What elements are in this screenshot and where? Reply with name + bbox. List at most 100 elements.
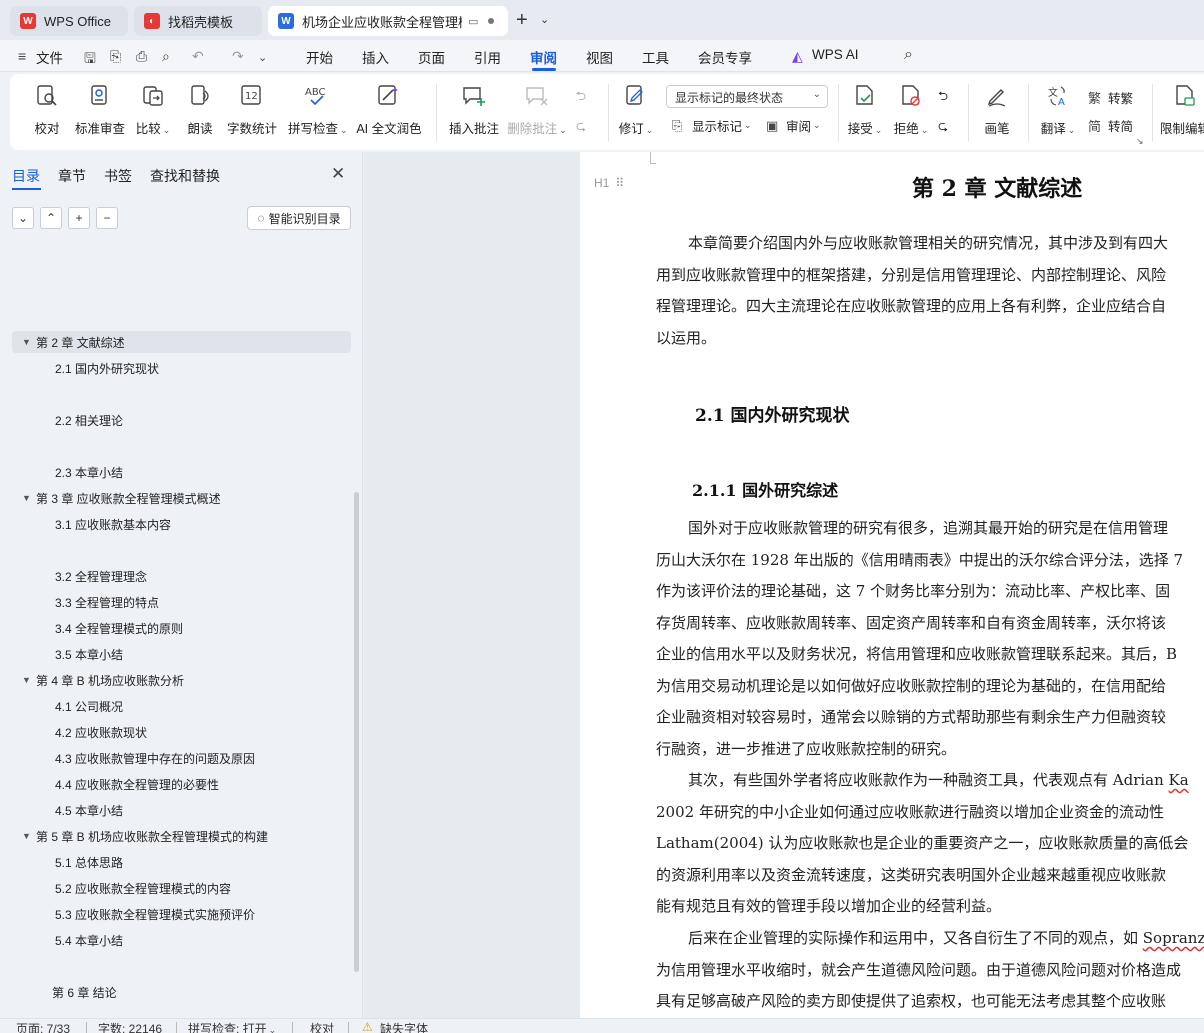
menu-wps-ai[interactable]: WPS AI — [812, 47, 859, 62]
word-count-label: 字数统计 — [226, 122, 277, 136]
proofread-button[interactable]: 校对 — [30, 82, 64, 137]
track-changes-button[interactable]: 修订 ⌄ — [616, 82, 656, 137]
undo-icon[interactable]: ↶ — [192, 48, 204, 65]
demote-button[interactable]: − — [96, 207, 118, 229]
spell-check-button[interactable]: ABC 拼写检查 ⌄ — [288, 82, 348, 137]
delete-comment-button[interactable]: 删除批注 ⌄ — [506, 82, 568, 137]
toc-section-item[interactable]: 5.2 应收账款全程管理模式的内容 — [55, 878, 231, 898]
toc-section-item[interactable]: 3.2 全程管理理念 — [55, 566, 147, 586]
menu-reference[interactable]: 引用 — [474, 47, 501, 67]
new-tab-icon[interactable]: + — [516, 10, 528, 30]
export-icon[interactable]: ⎘ — [110, 48, 121, 65]
promote-button[interactable]: + — [68, 207, 90, 229]
translate-button[interactable]: 文A 翻译 ⌄ — [1038, 82, 1078, 137]
toc-section-item[interactable]: 4.1 公司概况 — [55, 696, 123, 716]
expand-triangle-icon[interactable]: ▼ — [22, 831, 36, 841]
next-comment-icon[interactable]: ⮎ — [576, 117, 586, 138]
spelling-error-word[interactable]: Ka — [1169, 771, 1189, 789]
track-changes-label: 修订 ⌄ — [618, 122, 654, 136]
restrict-edit-icon — [1160, 82, 1204, 110]
collapse-all-button[interactable]: ⌄ — [12, 207, 34, 229]
read-aloud-button[interactable]: 朗读 — [184, 82, 216, 137]
expand-triangle-icon[interactable]: ▼ — [22, 493, 36, 503]
print-icon[interactable]: ⎙ — [136, 48, 147, 65]
word-count-status[interactable]: 字数: 22146 — [98, 1020, 162, 1033]
toc-chapter-item[interactable]: 第 6 章 结论 — [12, 981, 117, 1003]
toc-section-item[interactable]: 4.2 应收账款现状 — [55, 722, 147, 742]
expand-triangle-icon[interactable]: ▼ — [22, 675, 36, 685]
toc-section-item[interactable]: 2.2 相关理论 — [55, 410, 123, 430]
toc-section-item[interactable]: 5.3 应收账款全程管理模式实施预评价 — [55, 904, 255, 924]
toc-section-item[interactable]: 5.4 本章小结 — [55, 930, 123, 950]
toc-section-item[interactable]: 2.3 本章小结 — [55, 462, 123, 482]
wps-ai-icon: ◭ — [792, 48, 803, 64]
compare-button[interactable]: 比较 ⌄ — [134, 82, 172, 137]
standard-review-button[interactable]: 标准审查 — [74, 82, 126, 137]
next-change-icon[interactable]: ⮎ — [938, 117, 948, 138]
tab-bookmarks[interactable]: 书签 — [104, 166, 132, 186]
menu-review[interactable]: 审阅 — [530, 47, 557, 67]
expand-triangle-icon[interactable]: ▼ — [22, 337, 36, 347]
spell-check-status[interactable]: 拼写检查: 打开 ⌄ — [188, 1020, 276, 1033]
search-icon[interactable]: ⌕ — [904, 46, 913, 64]
missing-font-status[interactable]: 缺失字体 — [380, 1020, 428, 1033]
markup-display-select[interactable]: 显示标记的最终状态 ⌄ — [666, 85, 828, 108]
toc-section-item[interactable]: 2.1 国内外研究现状 — [55, 358, 159, 378]
proof-status[interactable]: 校对 — [310, 1020, 334, 1033]
insert-comment-button[interactable]: 插入批注 — [448, 82, 500, 137]
tab-find-replace[interactable]: 查找和替换 — [150, 166, 220, 186]
menu-file[interactable]: 文件 — [36, 47, 63, 67]
previous-comment-icon[interactable]: ⮌ — [576, 87, 586, 108]
print-preview-icon[interactable]: ⌕ — [162, 48, 170, 65]
tab-sections[interactable]: 章节 — [58, 166, 86, 186]
smart-toc-button[interactable]: ◌ 智能识别目录 — [247, 206, 351, 230]
toc-section-item[interactable]: 4.5 本章小结 — [55, 800, 123, 820]
review-pane-button[interactable]: ▣ 审阅 ⌄ — [766, 116, 821, 135]
restrict-edit-button[interactable]: 限制编辑 — [1160, 82, 1204, 137]
toc-section-item[interactable]: 4.3 应收账款管理中存在的问题及原因 — [55, 748, 255, 768]
tab-toc[interactable]: 目录 — [12, 166, 40, 186]
heading-style-tag[interactable]: H1 ⠿ — [594, 176, 624, 190]
menu-start[interactable]: 开始 — [306, 47, 333, 67]
toc-section-item[interactable]: 3.5 本章小结 — [55, 644, 123, 664]
expand-up-button[interactable]: ⌃ — [40, 207, 62, 229]
spelling-error-word[interactable]: Sopranz — [1143, 929, 1204, 947]
ribbon-expand-icon[interactable]: ↘ — [1136, 136, 1144, 147]
toc-section-item[interactable]: 3.4 全程管理模式的原则 — [55, 618, 183, 638]
drag-handle-icon[interactable]: ⠿ — [615, 176, 624, 190]
toc-section-item[interactable]: 3.1 应收账款基本内容 — [55, 514, 171, 534]
toc-chapter-item[interactable]: ▼ 第 5 章 B 机场应收账款全程管理模式的构建 — [12, 825, 268, 847]
document-page[interactable]: H1 ⠿ 第 2 章 文献综述 本章简要介绍国内外与应收账款管理相关的研究情况，其… — [580, 152, 1204, 1018]
word-count-button[interactable]: 12 字数统计 — [226, 82, 278, 137]
close-icon[interactable]: ✕ — [331, 164, 345, 184]
toc-chapter-item[interactable]: ▼ 第 4 章 B 机场应收账款分析 — [12, 669, 184, 691]
menu-tools[interactable]: 工具 — [642, 47, 669, 67]
ink-button[interactable]: 画笔 — [980, 82, 1014, 137]
tab-list-chevron-icon[interactable]: ⌄ — [540, 13, 549, 26]
reject-button[interactable]: 拒绝 ⌄ — [892, 82, 930, 137]
toc-chapter-item[interactable]: ▼ 第 3 章 应收账款全程管理模式概述 — [12, 487, 221, 509]
toc-scrollbar[interactable] — [354, 492, 359, 972]
toc-chapter-item[interactable]: ▼ 第 2 章 文献综述 — [12, 331, 351, 353]
menu-page[interactable]: 页面 — [418, 47, 445, 67]
tab-template[interactable]: ◐ 找稻壳模板 — [134, 6, 262, 36]
redo-icon[interactable]: ↷ — [232, 48, 244, 65]
show-markup-button[interactable]: ⎘ 显示标记 ⌄ — [672, 116, 752, 135]
previous-change-icon[interactable]: ⮌ — [938, 87, 948, 108]
save-icon[interactable]: 🖫 — [84, 48, 96, 72]
toc-section-item[interactable]: 5.1 总体思路 — [55, 852, 123, 872]
accept-button[interactable]: 接受 ⌄ — [846, 82, 884, 137]
to-simplified-button[interactable]: 简 转简 — [1088, 116, 1133, 135]
toc-section-item[interactable]: 4.4 应收账款全程管理的必要性 — [55, 774, 219, 794]
ai-polish-button[interactable]: AI 全文润色 — [356, 82, 422, 137]
hamburger-icon[interactable]: ≡ — [18, 48, 26, 64]
to-traditional-button[interactable]: 繁 转繁 — [1088, 88, 1133, 107]
tab-wps-office[interactable]: W WPS Office — [10, 6, 128, 36]
menu-member[interactable]: 会员专享 — [698, 47, 752, 67]
menu-insert[interactable]: 插入 — [362, 47, 389, 67]
tab-document[interactable]: W 机场企业应收账款全程管理模式 ▭ — [268, 6, 508, 36]
page-indicator[interactable]: 页面: 7/33 — [16, 1020, 70, 1033]
more-chevron-icon[interactable]: ⌄ — [258, 51, 267, 64]
menu-view[interactable]: 视图 — [586, 47, 613, 67]
toc-section-item[interactable]: 3.3 全程管理的特点 — [55, 592, 159, 612]
